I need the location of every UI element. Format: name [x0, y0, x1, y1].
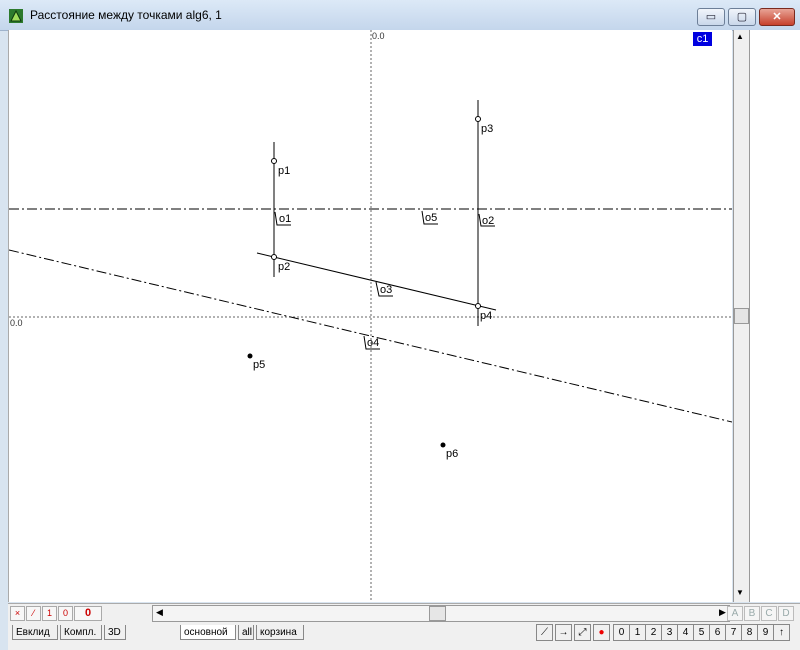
close-icon: ✕: [772, 11, 782, 23]
delete-tool-button[interactable]: ×: [10, 606, 25, 621]
scroll-down-icon[interactable]: ▼: [736, 588, 744, 597]
layer-button-c[interactable]: C: [761, 606, 777, 621]
tab-trash[interactable]: корзина: [256, 625, 304, 640]
tab-euclid[interactable]: Евклид: [12, 625, 58, 640]
label-o5: o5: [421, 210, 438, 225]
svg-text:o5: o5: [425, 212, 437, 224]
tab-main[interactable]: основной: [180, 625, 236, 640]
scroll-right-icon[interactable]: ▶: [719, 607, 726, 618]
zero-tool-button[interactable]: 0: [58, 606, 73, 621]
digit-button-8[interactable]: 8: [741, 624, 758, 641]
one-tool-button[interactable]: 1: [42, 606, 57, 621]
up-arrow-button[interactable]: ↑: [773, 624, 790, 641]
svg-text:o4: o4: [367, 337, 379, 349]
point-p6[interactable]: p6: [440, 442, 459, 461]
svg-text:p4: p4: [480, 310, 492, 322]
scroll-up-icon[interactable]: ▲: [736, 32, 744, 41]
svg-text:o2: o2: [482, 215, 494, 227]
app-icon: [9, 9, 23, 23]
digit-button-2[interactable]: 2: [645, 624, 662, 641]
axis-label-left: 0.0: [10, 318, 23, 328]
svg-text:p1: p1: [278, 165, 290, 177]
geometry-drawing[interactable]: 0.0 0.0 o1 o2 o3 o4 o5 p1 p2 p3 p4 p5 p6: [9, 30, 732, 602]
svg-text:p3: p3: [481, 123, 493, 135]
maximize-icon: ▢: [736, 11, 748, 23]
line-o3[interactable]: [256, 252, 497, 311]
close-button[interactable]: ✕: [759, 8, 795, 26]
digit-button-7[interactable]: 7: [725, 624, 742, 641]
horizontal-scroll-thumb[interactable]: [429, 606, 446, 621]
drawing-canvas[interactable]: 0.0 0.0 o1 o2 o3 o4 o5 p1 p2 p3 p4 p5 p6…: [8, 30, 732, 602]
right-panel: [750, 30, 800, 602]
label-o3: o3: [375, 281, 393, 297]
layer-button-b[interactable]: B: [744, 606, 760, 621]
tab-all[interactable]: all: [238, 625, 254, 640]
resize-tool-button[interactable]: ⤢: [574, 624, 591, 641]
record-button[interactable]: ●: [593, 624, 610, 641]
digit-button-4[interactable]: 4: [677, 624, 694, 641]
svg-text:o3: o3: [380, 284, 392, 296]
title-bar: Расстояние между точками alg6, 1 ▭ ▢ ✕: [0, 0, 800, 31]
vertical-scrollbar[interactable]: ▲ ▼: [733, 30, 750, 602]
tab-complex[interactable]: Компл.: [60, 625, 102, 640]
line-tool-button[interactable]: ⁄: [26, 606, 41, 621]
digit-button-3[interactable]: 3: [661, 624, 678, 641]
svg-text:p6: p6: [446, 448, 458, 460]
maximize-button[interactable]: ▢: [728, 8, 756, 26]
digit-button-9[interactable]: 9: [757, 624, 774, 641]
scroll-left-icon[interactable]: ◀: [156, 607, 163, 618]
label-o4: o4: [363, 335, 380, 350]
tab-3d[interactable]: 3D: [104, 625, 126, 640]
horizontal-scrollbar[interactable]: ◀ ▶: [152, 605, 730, 622]
minimize-button[interactable]: ▭: [697, 8, 725, 26]
svg-text:o1: o1: [279, 213, 291, 225]
digit-button-1[interactable]: 1: [629, 624, 646, 641]
minimize-icon: ▭: [705, 11, 717, 23]
layer-tag[interactable]: c1: [693, 32, 712, 46]
window-title: Расстояние между точками alg6, 1: [30, 8, 222, 22]
digit-button-5[interactable]: 5: [693, 624, 710, 641]
segment-tool-button[interactable]: ⟋: [536, 624, 553, 641]
digit-button-6[interactable]: 6: [709, 624, 726, 641]
layer-button-a[interactable]: A: [727, 606, 743, 621]
label-o1: o1: [274, 211, 291, 226]
point-p5[interactable]: p5: [247, 353, 266, 372]
svg-text:p2: p2: [278, 261, 290, 273]
label-o2: o2: [478, 213, 495, 227]
layer-button-d[interactable]: D: [778, 606, 794, 621]
counter-display: 0: [74, 606, 102, 621]
arrow-tool-button[interactable]: →: [555, 624, 572, 641]
axis-label-top: 0.0: [372, 31, 385, 41]
svg-text:p5: p5: [253, 359, 265, 371]
vertical-scroll-thumb[interactable]: [734, 308, 749, 324]
bottom-bar: × ⁄ 1 0 0 ◀ ▶ A B C D Евклид Компл. 3D о…: [8, 603, 800, 650]
digit-button-0[interactable]: 0: [613, 624, 630, 641]
